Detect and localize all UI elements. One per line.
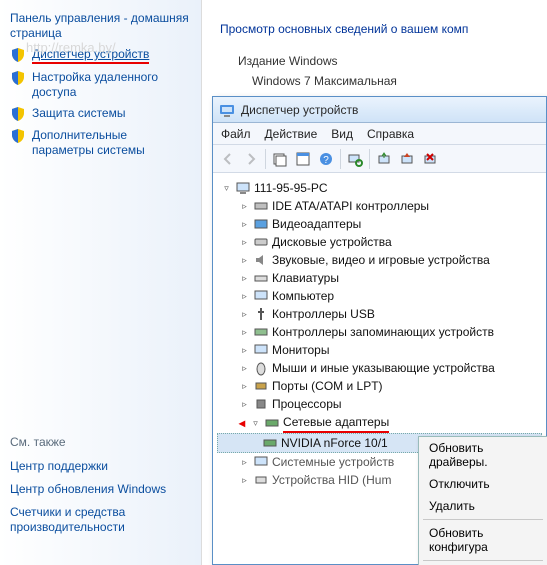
tree-category[interactable]: ▹Мыши и иные указывающие устройства	[217, 359, 542, 377]
tree-root[interactable]: ▿ 111-95-95-PC	[217, 179, 542, 197]
menu-help[interactable]: Справка	[367, 127, 414, 141]
edition-value: Windows 7 Максимальная	[202, 70, 547, 96]
shield-icon	[10, 128, 26, 144]
control-panel-sidebar: Панель управления - домашняя страница ht…	[0, 0, 202, 565]
edition-label: Издание Windows	[202, 40, 547, 70]
device-manager-window: Диспетчер устройств Файл Действие Вид Сп…	[212, 96, 547, 565]
svg-text:?: ?	[323, 155, 329, 166]
tree-category[interactable]: ▹Процессоры	[217, 395, 542, 413]
context-separator	[423, 519, 543, 520]
context-update-driver[interactable]: Обновить драйверы.	[419, 437, 547, 473]
expand-icon[interactable]: ▹	[239, 345, 250, 356]
usb-icon	[253, 306, 269, 322]
menu-file[interactable]: Файл	[221, 127, 251, 141]
tree-category[interactable]: ▹Порты (COM и LPT)	[217, 377, 542, 395]
tree-category[interactable]: ▹IDE ATA/ATAPI контроллеры	[217, 197, 542, 215]
expand-icon[interactable]: ▹	[239, 381, 250, 392]
hid-icon	[253, 472, 269, 488]
ide-icon	[253, 198, 269, 214]
computer-icon	[253, 288, 269, 304]
expand-icon[interactable]: ▹	[239, 255, 250, 266]
context-disable[interactable]: Отключить	[419, 473, 547, 495]
sidebar-performance[interactable]: Счетчики и средства производительности	[10, 501, 191, 539]
sidebar-windows-update[interactable]: Центр обновления Windows	[10, 478, 191, 501]
expand-icon[interactable]: ▹	[239, 327, 250, 338]
sound-icon	[253, 252, 269, 268]
toolbar-show-hidden[interactable]	[269, 148, 291, 170]
main-pane: Просмотр основных сведений о вашем комп …	[202, 0, 547, 565]
toolbar-disable[interactable]	[396, 148, 418, 170]
port-icon	[253, 378, 269, 394]
expand-icon[interactable]: ▹	[239, 201, 250, 212]
tree-category[interactable]: ▹Дисковые устройства	[217, 233, 542, 251]
collapse-icon[interactable]: ▿	[221, 183, 232, 194]
collapse-icon[interactable]: ▿	[250, 418, 261, 429]
tree-category[interactable]: ▹Звуковые, видео и игровые устройства	[217, 251, 542, 269]
window-title-text: Диспетчер устройств	[241, 103, 358, 117]
context-uninstall[interactable]: Удалить	[419, 495, 547, 517]
storage-controller-icon	[253, 324, 269, 340]
shield-icon	[10, 106, 26, 122]
expand-icon[interactable]: ▹	[239, 457, 250, 468]
computer-icon	[235, 180, 251, 196]
display-adapter-icon	[253, 216, 269, 232]
expand-icon[interactable]: ▹	[239, 273, 250, 284]
context-menu: Обновить драйверы. Отключить Удалить Обн…	[418, 436, 547, 565]
sidebar-device-manager[interactable]: Диспетчер устройств	[10, 44, 191, 67]
toolbar-scan[interactable]	[344, 148, 366, 170]
keyboard-icon	[253, 270, 269, 286]
toolbar: ?	[213, 145, 546, 173]
sidebar-remote-access[interactable]: Настройка удаленного доступа	[10, 67, 191, 103]
toolbar-update-driver[interactable]	[373, 148, 395, 170]
mouse-icon	[253, 360, 269, 376]
tree-category[interactable]: ▹Мониторы	[217, 341, 542, 359]
tree-category[interactable]: ▹Контроллеры запоминающих устройств	[217, 323, 542, 341]
disk-icon	[253, 234, 269, 250]
expand-icon[interactable]: ▹	[239, 309, 250, 320]
system-device-icon	[253, 454, 269, 470]
sidebar-home-link[interactable]: Панель управления - домашняя страница	[10, 8, 191, 44]
nav-forward-button	[240, 148, 262, 170]
expand-icon[interactable]: ▹	[239, 475, 250, 486]
tree-category[interactable]: ▹Компьютер	[217, 287, 542, 305]
tree-category[interactable]: ▹Контроллеры USB	[217, 305, 542, 323]
see-also-label: См. также	[10, 431, 191, 455]
toolbar-help[interactable]: ?	[315, 148, 337, 170]
expand-icon[interactable]: ▹	[239, 219, 250, 230]
network-card-icon	[262, 435, 278, 451]
network-adapter-icon	[264, 415, 280, 431]
toolbar-properties[interactable]	[292, 148, 314, 170]
sidebar-system-protection[interactable]: Защита системы	[10, 103, 191, 125]
context-separator	[423, 560, 543, 561]
expand-icon[interactable]: ▹	[239, 291, 250, 302]
tree-category-network[interactable]: ◂▿Сетевые адаптеры	[217, 413, 542, 433]
sidebar-action-center[interactable]: Центр поддержки	[10, 455, 191, 478]
tree-category[interactable]: ▹Клавиатуры	[217, 269, 542, 287]
nav-back-button	[217, 148, 239, 170]
monitor-icon	[253, 342, 269, 358]
context-scan-hardware[interactable]: Обновить конфигура	[419, 522, 547, 558]
shield-icon	[10, 47, 26, 63]
window-titlebar[interactable]: Диспетчер устройств	[213, 97, 546, 123]
menu-bar: Файл Действие Вид Справка	[213, 123, 546, 145]
sidebar-advanced-settings[interactable]: Дополнительные параметры системы	[10, 125, 191, 161]
menu-action[interactable]: Действие	[265, 127, 318, 141]
shield-icon	[10, 70, 26, 86]
expand-icon[interactable]: ▹	[239, 363, 250, 374]
expand-icon[interactable]: ▹	[239, 237, 250, 248]
highlight-arrow-icon: ◂	[239, 414, 245, 432]
page-title: Просмотр основных сведений о вашем комп	[202, 0, 547, 40]
device-manager-icon	[219, 102, 235, 118]
expand-icon[interactable]: ▹	[239, 399, 250, 410]
processor-icon	[253, 396, 269, 412]
toolbar-uninstall[interactable]	[419, 148, 441, 170]
tree-category[interactable]: ▹Видеоадаптеры	[217, 215, 542, 233]
menu-view[interactable]: Вид	[331, 127, 353, 141]
